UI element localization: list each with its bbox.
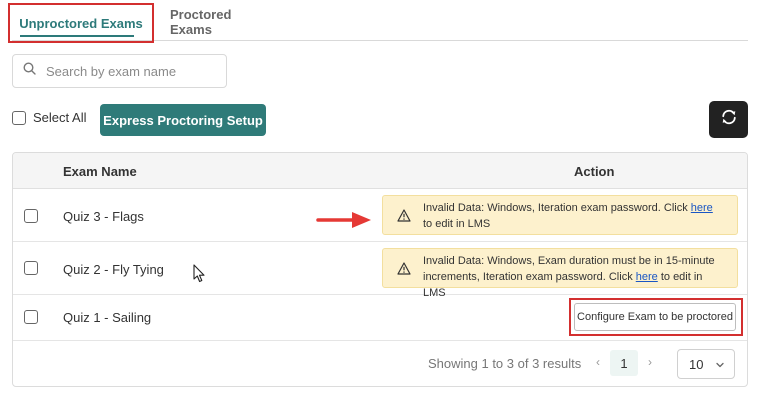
annotation-arrow-icon bbox=[316, 209, 372, 236]
chevron-down-icon bbox=[715, 358, 725, 373]
exams-table: Exam Name Action Quiz 3 - Flags Invalid … bbox=[12, 152, 748, 387]
table-row: Quiz 1 - Sailing Configure Exam to be pr… bbox=[13, 295, 747, 341]
configure-exam-button[interactable]: Configure Exam to be proctored bbox=[574, 303, 736, 331]
tab-unproctored-exams[interactable]: Unproctored Exams bbox=[8, 3, 154, 43]
column-header-exam-name: Exam Name bbox=[63, 164, 137, 179]
tab-proctored-exams[interactable]: Proctored Exams bbox=[170, 4, 268, 40]
results-count: Showing 1 to 3 of 3 results bbox=[428, 356, 582, 371]
page-size-value: 10 bbox=[689, 356, 704, 372]
search-input[interactable] bbox=[46, 63, 216, 79]
active-tab-underline bbox=[20, 35, 134, 37]
warning-text: Invalid Data: Windows, Exam duration mus… bbox=[423, 255, 715, 299]
table-row: Quiz 3 - Flags Invalid Data: Windows, It… bbox=[13, 189, 747, 242]
warning-icon bbox=[397, 209, 411, 227]
next-page-button[interactable]: › bbox=[645, 355, 655, 369]
table-footer: Showing 1 to 3 of 3 results ‹ 1 › 10 bbox=[13, 341, 747, 386]
select-all-label: Select All bbox=[33, 110, 87, 125]
edit-in-lms-link[interactable]: here bbox=[691, 202, 713, 214]
table-header: Exam Name Action bbox=[13, 153, 747, 189]
exam-name: Quiz 2 - Fly Tying bbox=[63, 262, 164, 277]
exam-name: Quiz 1 - Sailing bbox=[63, 310, 152, 325]
page-size-select[interactable]: 10 bbox=[677, 349, 735, 379]
warning-text: Invalid Data: Windows, Iteration exam pa… bbox=[423, 202, 713, 230]
refresh-icon bbox=[720, 108, 738, 131]
express-proctoring-setup-button[interactable]: Express Proctoring Setup bbox=[100, 104, 266, 136]
search-box[interactable] bbox=[12, 54, 227, 88]
tab-label: Unproctored Exams bbox=[19, 15, 143, 31]
search-icon bbox=[23, 62, 36, 80]
mouse-cursor-icon bbox=[193, 264, 207, 289]
invalid-data-warning: Invalid Data: Windows, Exam duration mus… bbox=[382, 248, 738, 299]
column-header-action: Action bbox=[574, 164, 615, 179]
refresh-button[interactable] bbox=[709, 101, 748, 138]
exam-name: Quiz 3 - Flags bbox=[63, 209, 144, 224]
warning-icon bbox=[397, 262, 411, 280]
edit-in-lms-link[interactable]: here bbox=[636, 271, 658, 283]
previous-page-button[interactable]: ‹ bbox=[593, 355, 603, 369]
select-all[interactable]: Select All bbox=[12, 110, 86, 125]
exam-tabs: Unproctored Exams Proctored Exams bbox=[8, 3, 748, 43]
invalid-data-warning: Invalid Data: Windows, Iteration exam pa… bbox=[382, 195, 738, 235]
table-row: Quiz 2 - Fly Tying Invalid Data: Windows… bbox=[13, 242, 747, 299]
tab-label: Proctored Exams bbox=[170, 7, 232, 37]
row-checkbox[interactable] bbox=[24, 310, 38, 324]
row-checkbox[interactable] bbox=[24, 261, 38, 275]
row-checkbox[interactable] bbox=[24, 209, 38, 223]
select-all-checkbox[interactable] bbox=[12, 110, 26, 125]
page-1-button[interactable]: 1 bbox=[610, 350, 638, 376]
